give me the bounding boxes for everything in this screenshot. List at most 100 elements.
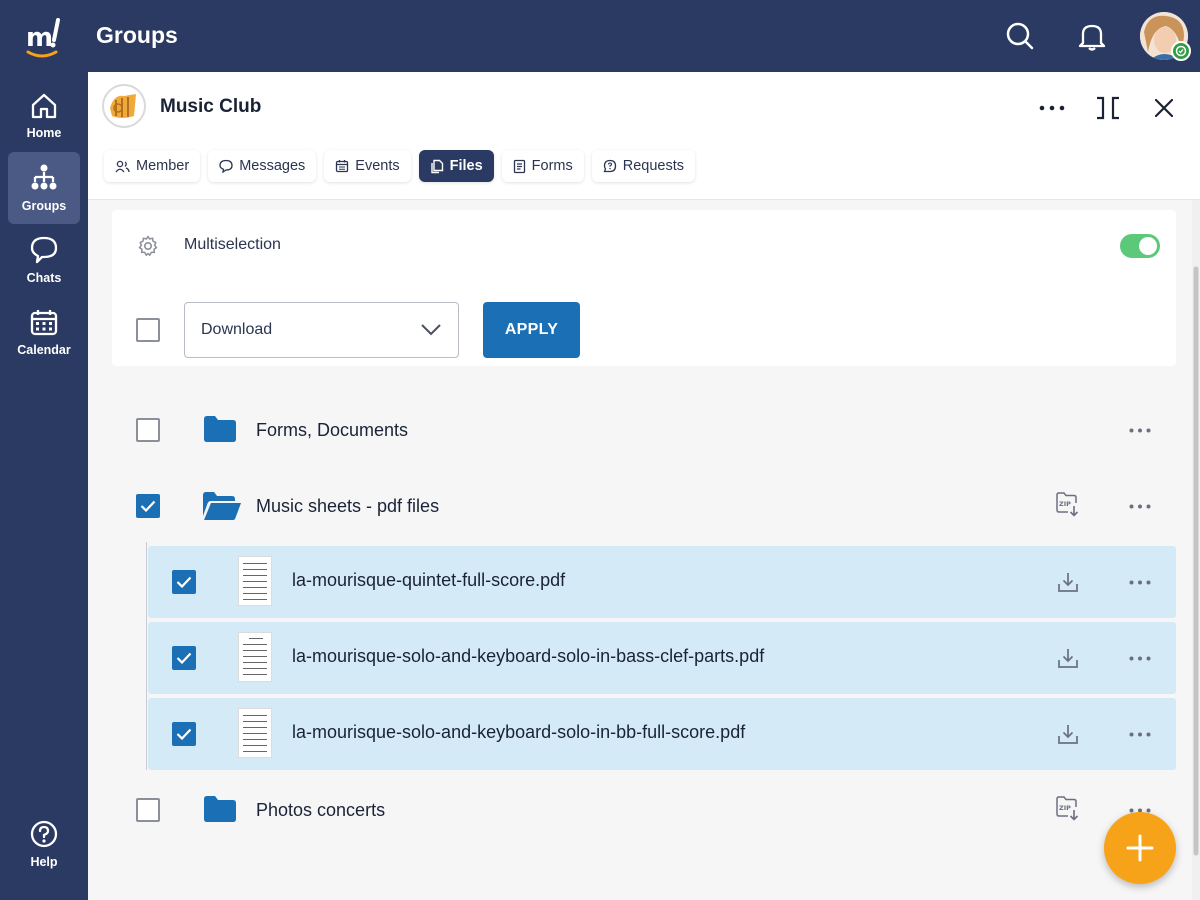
home-icon bbox=[31, 93, 57, 119]
group-tabs: Member Messages Events Files Forms Reque… bbox=[104, 150, 696, 182]
scrollbar[interactable] bbox=[1192, 200, 1200, 900]
select-all-checkbox[interactable] bbox=[136, 318, 160, 342]
nav-item-help[interactable]: Help bbox=[8, 808, 80, 880]
file-checkbox[interactable] bbox=[172, 570, 196, 594]
folder-checkbox[interactable] bbox=[136, 418, 160, 442]
tab-requests[interactable]: Requests bbox=[591, 150, 696, 182]
forms-icon bbox=[513, 159, 525, 173]
folder-name: Music sheets - pdf files bbox=[256, 496, 440, 516]
folder-more-button[interactable] bbox=[1126, 418, 1154, 442]
tab-label: Member bbox=[136, 158, 190, 174]
tab-label: Events bbox=[355, 158, 400, 174]
file-checkbox[interactable] bbox=[172, 646, 196, 670]
file-name: la-mourisque-solo-and-keyboard-solo-in-b… bbox=[292, 722, 746, 742]
more-horizontal-icon bbox=[1129, 732, 1151, 736]
nav-label: Groups bbox=[21, 199, 67, 213]
tab-label: Messages bbox=[239, 158, 306, 174]
nav-label: Help bbox=[30, 855, 58, 869]
file-download-button[interactable] bbox=[1054, 644, 1082, 672]
events-icon bbox=[336, 160, 349, 173]
apply-button[interactable]: APPLY bbox=[483, 302, 580, 358]
add-file-button[interactable] bbox=[1104, 812, 1176, 884]
group-panel: Music Club Member Messages Events Files … bbox=[88, 72, 1200, 900]
group-logo[interactable] bbox=[102, 84, 146, 128]
checkmark-icon bbox=[176, 576, 192, 588]
nav-item-home[interactable]: Home bbox=[8, 80, 80, 152]
close-panel-button[interactable] bbox=[1146, 90, 1182, 126]
nav-label: Chats bbox=[26, 271, 62, 285]
more-horizontal-icon bbox=[1129, 504, 1151, 508]
more-horizontal-icon bbox=[1129, 428, 1151, 432]
checkmark-icon bbox=[176, 728, 192, 740]
nav-label: Home bbox=[26, 126, 62, 140]
user-avatar[interactable] bbox=[1140, 12, 1191, 61]
file-more-button[interactable] bbox=[1126, 722, 1154, 746]
folder-open-icon bbox=[203, 492, 241, 520]
svg-text:m: m bbox=[26, 23, 53, 53]
requests-icon bbox=[603, 159, 616, 173]
svg-text:ZIP: ZIP bbox=[1059, 804, 1071, 812]
file-more-button[interactable] bbox=[1126, 646, 1154, 670]
folder-row[interactable]: Photos concerts ZIP bbox=[88, 774, 1192, 846]
settings-gear-icon bbox=[136, 234, 160, 263]
pdf-thumbnail bbox=[238, 556, 272, 606]
calendar-icon bbox=[30, 310, 58, 336]
scrollbar-thumb[interactable] bbox=[1193, 266, 1199, 856]
checkmark-icon bbox=[176, 652, 192, 664]
top-bar: m Groups bbox=[0, 0, 1200, 72]
folder-more-button[interactable] bbox=[1126, 494, 1154, 518]
bell-icon bbox=[1078, 24, 1106, 51]
help-icon bbox=[30, 820, 58, 848]
chat-icon bbox=[30, 236, 58, 264]
notifications-button[interactable] bbox=[1074, 18, 1110, 54]
tab-forms[interactable]: Forms bbox=[501, 150, 584, 182]
folder-row[interactable]: Music sheets - pdf files ZIP bbox=[88, 470, 1192, 542]
nav-item-chats[interactable]: Chats bbox=[8, 224, 80, 296]
download-zip-button[interactable]: ZIP bbox=[1054, 490, 1082, 518]
tab-member[interactable]: Member bbox=[104, 150, 201, 182]
tab-messages[interactable]: Messages bbox=[208, 150, 317, 182]
tab-events[interactable]: Events bbox=[324, 150, 411, 182]
collapse-panel-button[interactable] bbox=[1090, 90, 1126, 126]
tab-files[interactable]: Files bbox=[418, 150, 494, 182]
file-row[interactable]: la-mourisque-quintet-full-score.pdf bbox=[148, 546, 1176, 618]
search-icon bbox=[1006, 22, 1034, 50]
folder-name: Photos concerts bbox=[256, 800, 386, 820]
nav-item-calendar[interactable]: Calendar bbox=[8, 296, 80, 368]
nav-label: Calendar bbox=[17, 343, 71, 357]
file-download-button[interactable] bbox=[1054, 568, 1082, 596]
file-download-button[interactable] bbox=[1054, 720, 1082, 748]
more-horizontal-icon bbox=[1129, 656, 1151, 660]
tree-guide-line bbox=[146, 542, 147, 770]
folder-checkbox[interactable] bbox=[136, 798, 160, 822]
multiselection-label: Multiselection bbox=[184, 236, 281, 253]
bulk-action-value: Download bbox=[201, 321, 273, 338]
group-header: Music Club Member Messages Events Files … bbox=[88, 72, 1200, 200]
folder-name: Forms, Documents bbox=[256, 420, 409, 440]
multiselection-toggle[interactable] bbox=[1120, 234, 1160, 258]
group-more-button[interactable] bbox=[1034, 90, 1070, 126]
member-icon bbox=[115, 160, 130, 172]
tab-label: Forms bbox=[531, 158, 573, 174]
side-nav: Home Groups Chats Calendar Help bbox=[0, 72, 88, 900]
download-zip-button[interactable]: ZIP bbox=[1054, 794, 1082, 822]
folder-row[interactable]: Forms, Documents bbox=[88, 394, 1192, 466]
download-icon bbox=[1058, 725, 1078, 744]
file-row[interactable]: la-mourisque-solo-and-keyboard-solo-in-b… bbox=[148, 698, 1176, 770]
app-logo-icon[interactable]: m bbox=[20, 14, 70, 60]
group-name: Music Club bbox=[160, 96, 262, 117]
folder-icon bbox=[204, 796, 236, 822]
folder-checkbox[interactable] bbox=[136, 494, 160, 518]
search-button[interactable] bbox=[1002, 18, 1038, 54]
nav-item-groups[interactable]: Groups bbox=[8, 152, 80, 224]
plus-icon bbox=[1126, 834, 1154, 862]
file-checkbox[interactable] bbox=[172, 722, 196, 746]
bulk-action-select[interactable]: Download bbox=[184, 302, 459, 358]
checkmark-icon bbox=[140, 500, 156, 512]
svg-text:ZIP: ZIP bbox=[1059, 500, 1071, 508]
file-row[interactable]: la-mourisque-solo-and-keyboard-solo-in-b… bbox=[148, 622, 1176, 694]
zip-download-icon: ZIP bbox=[1056, 796, 1079, 821]
multiselection-card: Multiselection Download APPLY bbox=[112, 210, 1176, 366]
file-more-button[interactable] bbox=[1126, 570, 1154, 594]
download-icon bbox=[1058, 573, 1078, 592]
